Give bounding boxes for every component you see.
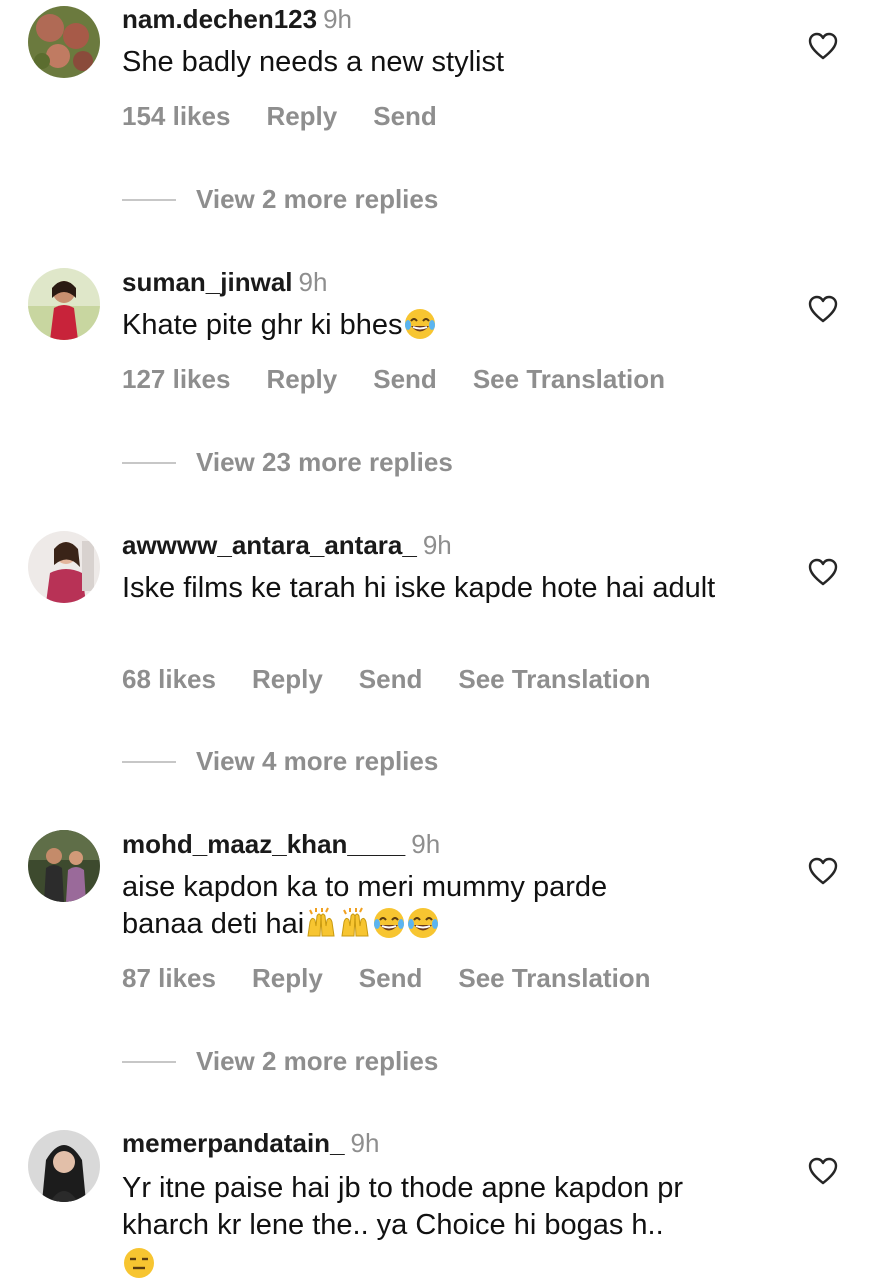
face-with-tears-of-joy-emoji bbox=[372, 906, 406, 940]
see-translation-button[interactable]: See Translation bbox=[458, 664, 650, 694]
username-text[interactable]: mohd_maaz_khan____ bbox=[122, 829, 405, 859]
view-replies-label[interactable]: View 2 more replies bbox=[196, 184, 438, 215]
comment-text: Khate pite ghr ki bhes bbox=[122, 307, 782, 344]
likes-count[interactable]: 127 likes bbox=[122, 364, 230, 394]
raising-hands-emoji bbox=[338, 906, 372, 940]
comment-time: 9h bbox=[323, 4, 353, 34]
comment-time: 9h bbox=[350, 1128, 380, 1158]
raising-hands-emoji bbox=[304, 906, 338, 940]
comment-text: Yr itne paise hai jb to thode apne kapdo… bbox=[122, 1170, 772, 1281]
send-button[interactable]: Send bbox=[373, 101, 437, 131]
replies-divider bbox=[122, 1060, 176, 1063]
replies-divider bbox=[122, 760, 176, 763]
heart-outline-icon[interactable] bbox=[808, 295, 838, 323]
view-replies-button[interactable]: View 2 more replies bbox=[122, 1046, 438, 1077]
view-replies-button[interactable]: View 4 more replies bbox=[122, 746, 438, 777]
comment-time: 9h bbox=[298, 267, 328, 297]
reply-button[interactable]: Reply bbox=[252, 664, 323, 694]
avatar-image bbox=[28, 6, 100, 78]
comment-actions: 127 likes Reply Send See Translation bbox=[122, 364, 701, 395]
comment-text-content: Khate pite ghr ki bhes bbox=[122, 309, 403, 341]
reply-button[interactable]: Reply bbox=[266, 364, 337, 394]
likes-count[interactable]: 154 likes bbox=[122, 101, 230, 131]
view-replies-label[interactable]: View 4 more replies bbox=[196, 746, 438, 777]
see-translation-button[interactable]: See Translation bbox=[458, 963, 650, 993]
heart-outline-icon[interactable] bbox=[808, 857, 838, 885]
heart-outline-icon[interactable] bbox=[808, 558, 838, 586]
reply-button[interactable]: Reply bbox=[252, 963, 323, 993]
heart-outline-icon[interactable] bbox=[808, 32, 838, 60]
avatar-image bbox=[28, 1130, 100, 1202]
comment-text: She badly needs a new stylist bbox=[122, 46, 505, 78]
send-button[interactable]: Send bbox=[373, 364, 437, 394]
comment-text-line: banaa deti hai bbox=[122, 906, 782, 943]
comment-time: 9h bbox=[422, 530, 452, 560]
username-text[interactable]: awwww_antara_antara_ bbox=[122, 530, 417, 560]
likes-count[interactable]: 87 likes bbox=[122, 963, 216, 993]
comment-username[interactable]: suman_jinwal 9h bbox=[122, 267, 327, 298]
send-button[interactable]: Send bbox=[359, 664, 423, 694]
expressionless-face-emoji bbox=[122, 1246, 156, 1280]
avatar[interactable] bbox=[28, 268, 100, 340]
replies-divider bbox=[122, 198, 176, 201]
comment-text: Iske films ke tarah hi iske kapde hote h… bbox=[122, 572, 716, 604]
view-replies-label[interactable]: View 2 more replies bbox=[196, 1046, 438, 1077]
comment-actions: 154 likes Reply Send bbox=[122, 101, 473, 132]
send-button[interactable]: Send bbox=[359, 963, 423, 993]
username-text[interactable]: suman_jinwal bbox=[122, 267, 293, 297]
comment-text-line bbox=[122, 1244, 772, 1281]
view-replies-label[interactable]: View 23 more replies bbox=[196, 447, 453, 478]
username-text[interactable]: memerpandatain_ bbox=[122, 1128, 345, 1158]
avatar[interactable] bbox=[28, 6, 100, 78]
replies-divider bbox=[122, 461, 176, 464]
comment-text: aise kapdon ka to meri mummy parde banaa… bbox=[122, 869, 782, 943]
comment-text-line: aise kapdon ka to meri mummy parde bbox=[122, 871, 608, 903]
avatar[interactable] bbox=[28, 1130, 100, 1202]
comment-time: 9h bbox=[411, 829, 441, 859]
view-replies-button[interactable]: View 23 more replies bbox=[122, 447, 453, 478]
likes-count[interactable]: 68 likes bbox=[122, 664, 216, 694]
reply-button[interactable]: Reply bbox=[266, 101, 337, 131]
comment-text-content: Yr itne paise hai jb to thode apne kapdo… bbox=[122, 1172, 684, 1241]
face-with-tears-of-joy-emoji bbox=[403, 307, 437, 341]
avatar-image bbox=[28, 830, 100, 902]
comment-username[interactable]: awwww_antara_antara_ 9h bbox=[122, 530, 452, 561]
face-with-tears-of-joy-emoji bbox=[406, 906, 440, 940]
view-replies-button[interactable]: View 2 more replies bbox=[122, 184, 438, 215]
comment-username[interactable]: nam.dechen123 9h bbox=[122, 4, 352, 35]
username-text[interactable]: nam.dechen123 bbox=[122, 4, 317, 34]
comment-actions: 87 likes Reply Send See Translation bbox=[122, 963, 687, 994]
avatar-image bbox=[28, 531, 100, 603]
see-translation-button[interactable]: See Translation bbox=[473, 364, 665, 394]
heart-outline-icon[interactable] bbox=[808, 1157, 838, 1185]
avatar-image bbox=[28, 268, 100, 340]
comment-actions: 68 likes Reply Send See Translation bbox=[122, 664, 687, 695]
comment-username[interactable]: mohd_maaz_khan____ 9h bbox=[122, 829, 440, 860]
comment-username[interactable]: memerpandatain_ 9h bbox=[122, 1128, 379, 1159]
comment-text-content: banaa deti hai bbox=[122, 908, 305, 940]
avatar[interactable] bbox=[28, 531, 100, 603]
avatar[interactable] bbox=[28, 830, 100, 902]
